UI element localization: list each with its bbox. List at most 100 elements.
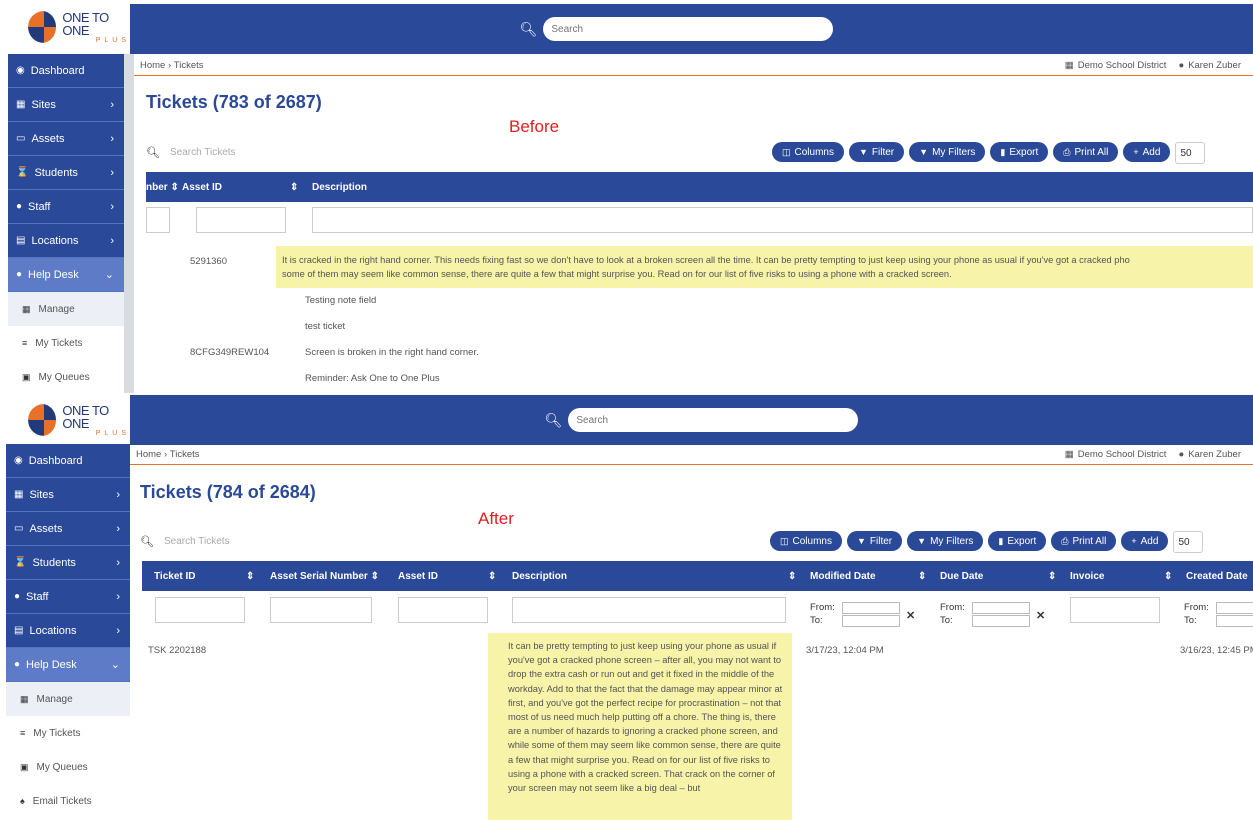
my-filters-button[interactable]: ▼ My Filters bbox=[909, 142, 986, 162]
sites-icon: ▦ bbox=[16, 99, 26, 110]
export-button[interactable]: ▮ Export bbox=[988, 531, 1047, 551]
table-header: nber ⇕ Asset ID ⇕ Description bbox=[146, 172, 1253, 202]
modified-date-cell: 3/17/23, 12:04 PM bbox=[806, 645, 884, 656]
column-created-date[interactable]: Created Date bbox=[1186, 561, 1248, 591]
table-row[interactable]: Testing note field bbox=[305, 295, 376, 306]
column-asset-id[interactable]: Asset ID bbox=[182, 172, 222, 202]
search-input[interactable] bbox=[543, 17, 834, 41]
my-filters-button[interactable]: ▼ My Filters bbox=[907, 531, 984, 551]
chevron-down-icon: ⌄ bbox=[110, 659, 120, 671]
add-button[interactable]: + Add bbox=[1121, 531, 1169, 551]
sort-icon[interactable]: ⇕ bbox=[788, 561, 796, 591]
org-name[interactable]: Demo School District bbox=[1078, 449, 1167, 460]
column-invoice[interactable]: Invoice bbox=[1070, 561, 1104, 591]
column-description[interactable]: Description bbox=[312, 172, 367, 202]
user-name[interactable]: Karen Zuber bbox=[1188, 60, 1241, 71]
filter-asset-id[interactable] bbox=[196, 207, 286, 233]
sidebar-item-sites[interactable]: ▦ Sites › bbox=[6, 478, 130, 512]
page-size-select[interactable]: 50 bbox=[1175, 142, 1206, 164]
logo[interactable]: ONE TO ONE PLUS bbox=[10, 395, 130, 445]
sort-icon[interactable]: ⇕ bbox=[1048, 561, 1056, 591]
filter-asset-serial-number[interactable] bbox=[270, 597, 372, 623]
breadcrumb-home[interactable]: Home bbox=[140, 60, 165, 71]
help-desk-icon: ● bbox=[14, 659, 21, 670]
logo-subtext: PLUS bbox=[95, 36, 130, 44]
table-icon: ▦ bbox=[22, 303, 31, 314]
sidebar-item-students[interactable]: ⌛ Students › bbox=[6, 546, 130, 580]
sidebar-sub-my-tickets[interactable]: ≡ My Tickets bbox=[6, 716, 130, 750]
filter-asset-id[interactable] bbox=[398, 597, 488, 623]
filter-button[interactable]: ▼ Filter bbox=[848, 142, 905, 162]
print-all-button[interactable]: ⎙ Print All bbox=[1051, 531, 1117, 551]
sidebar-sub-manage[interactable]: ▦ Manage bbox=[6, 682, 130, 716]
table-icon: ▦ bbox=[20, 693, 29, 704]
ticket-search-input[interactable]: Search Tickets bbox=[164, 536, 230, 547]
filter-icon: ▼ bbox=[858, 147, 868, 157]
column-due-date[interactable]: Due Date bbox=[940, 561, 983, 591]
sort-icon[interactable]: ⇕ bbox=[246, 561, 254, 591]
sidebar-sub-my-tickets[interactable]: ≡ My Tickets bbox=[8, 326, 124, 360]
page-title: Tickets (783 of 2687) bbox=[146, 92, 322, 112]
ticket-search: 🔍︎ Search Tickets bbox=[146, 146, 236, 159]
column-ticket-id[interactable]: Ticket ID bbox=[154, 561, 196, 591]
sites-icon: ▦ bbox=[14, 489, 24, 500]
filter-created-date[interactable]: From: To: bbox=[1184, 601, 1253, 627]
column-description[interactable]: Description bbox=[512, 561, 567, 591]
filter-button[interactable]: ▼ Filter bbox=[846, 531, 903, 551]
sidebar-sub-my-queues[interactable]: ▣ My Queues bbox=[8, 360, 124, 393]
sidebar-item-staff[interactable]: ● Staff › bbox=[8, 190, 124, 224]
sort-icon[interactable]: ⇕ bbox=[1164, 561, 1172, 591]
column-asset-id[interactable]: Asset ID bbox=[398, 561, 438, 591]
global-search: 🔍︎ bbox=[545, 408, 859, 432]
filter-description[interactable] bbox=[312, 207, 1253, 233]
ticket-search-input[interactable]: Search Tickets bbox=[170, 147, 236, 158]
filter-description[interactable] bbox=[512, 597, 786, 623]
sidebar-scrollbar[interactable] bbox=[124, 54, 134, 393]
breadcrumb-home[interactable]: Home bbox=[136, 449, 161, 460]
search-input[interactable] bbox=[568, 408, 859, 432]
sidebar-item-students[interactable]: ⌛ Students › bbox=[8, 156, 124, 190]
sidebar-item-staff[interactable]: ● Staff › bbox=[6, 580, 130, 614]
sidebar-item-help-desk[interactable]: ● Help Desk ⌄ bbox=[8, 258, 124, 292]
columns-button[interactable]: ◫ Columns bbox=[772, 142, 844, 162]
sidebar-item-dashboard[interactable]: ◉ Dashboard bbox=[8, 54, 124, 88]
sort-icon[interactable]: ⇕ bbox=[290, 172, 298, 202]
print-all-button[interactable]: ⎙ Print All bbox=[1053, 142, 1119, 162]
filter-due-date[interactable]: From: To: ✕ bbox=[940, 601, 1045, 627]
table-row[interactable]: Reminder: Ask One to One Plus bbox=[305, 373, 440, 384]
columns-button[interactable]: ◫ Columns bbox=[770, 531, 842, 551]
page-size-select[interactable]: 50 bbox=[1173, 531, 1204, 553]
sidebar-sub-manage[interactable]: ▦ Manage bbox=[8, 292, 124, 326]
clear-icon[interactable]: ✕ bbox=[906, 609, 915, 622]
user-name[interactable]: Karen Zuber bbox=[1188, 449, 1241, 460]
sidebar-item-locations[interactable]: ▤ Locations › bbox=[8, 224, 124, 258]
filter-modified-date[interactable]: From: To: ✕ bbox=[810, 601, 915, 627]
sidebar: ◉ Dashboard ▦ Sites › ▭ Assets › ⌛ Students › ●… bbox=[6, 444, 130, 818]
column-asset-serial-number[interactable]: Asset Serial Number ⇕ bbox=[270, 561, 379, 591]
assets-icon: ▭ bbox=[14, 523, 24, 534]
filter-number[interactable] bbox=[146, 207, 170, 233]
sidebar-item-dashboard[interactable]: ◉ Dashboard bbox=[6, 444, 130, 478]
add-button[interactable]: + Add bbox=[1123, 142, 1171, 162]
sort-icon[interactable]: ⇕ bbox=[488, 561, 496, 591]
sidebar-item-sites[interactable]: ▦ Sites › bbox=[8, 88, 124, 122]
sidebar-sub-my-queues[interactable]: ▣ My Queues bbox=[6, 750, 130, 784]
clear-icon[interactable]: ✕ bbox=[1036, 609, 1045, 622]
columns-icon: ◫ bbox=[782, 146, 791, 157]
column-number[interactable]: nber ⇕ bbox=[146, 172, 179, 202]
chevron-down-icon: ⌄ bbox=[104, 269, 114, 281]
sort-icon[interactable]: ⇕ bbox=[918, 561, 926, 591]
sidebar-item-locations[interactable]: ▤ Locations › bbox=[6, 614, 130, 648]
column-modified-date[interactable]: Modified Date bbox=[810, 561, 876, 591]
sidebar-item-assets[interactable]: ▭ Assets › bbox=[8, 122, 124, 156]
columns-icon: ◫ bbox=[780, 535, 789, 546]
sidebar-item-help-desk[interactable]: ● Help Desk ⌄ bbox=[6, 648, 130, 682]
org-name[interactable]: Demo School District bbox=[1078, 60, 1167, 71]
sidebar-sub-email-tickets[interactable]: ♠ Email Tickets bbox=[6, 784, 130, 818]
export-button[interactable]: ▮ Export bbox=[990, 142, 1049, 162]
logo[interactable]: ONE TO ONE PLUS bbox=[10, 2, 130, 52]
table-row[interactable]: test ticket bbox=[305, 321, 345, 332]
sidebar-item-assets[interactable]: ▭ Assets › bbox=[6, 512, 130, 546]
filter-invoice[interactable] bbox=[1070, 597, 1160, 623]
filter-ticket-id[interactable] bbox=[155, 597, 245, 623]
